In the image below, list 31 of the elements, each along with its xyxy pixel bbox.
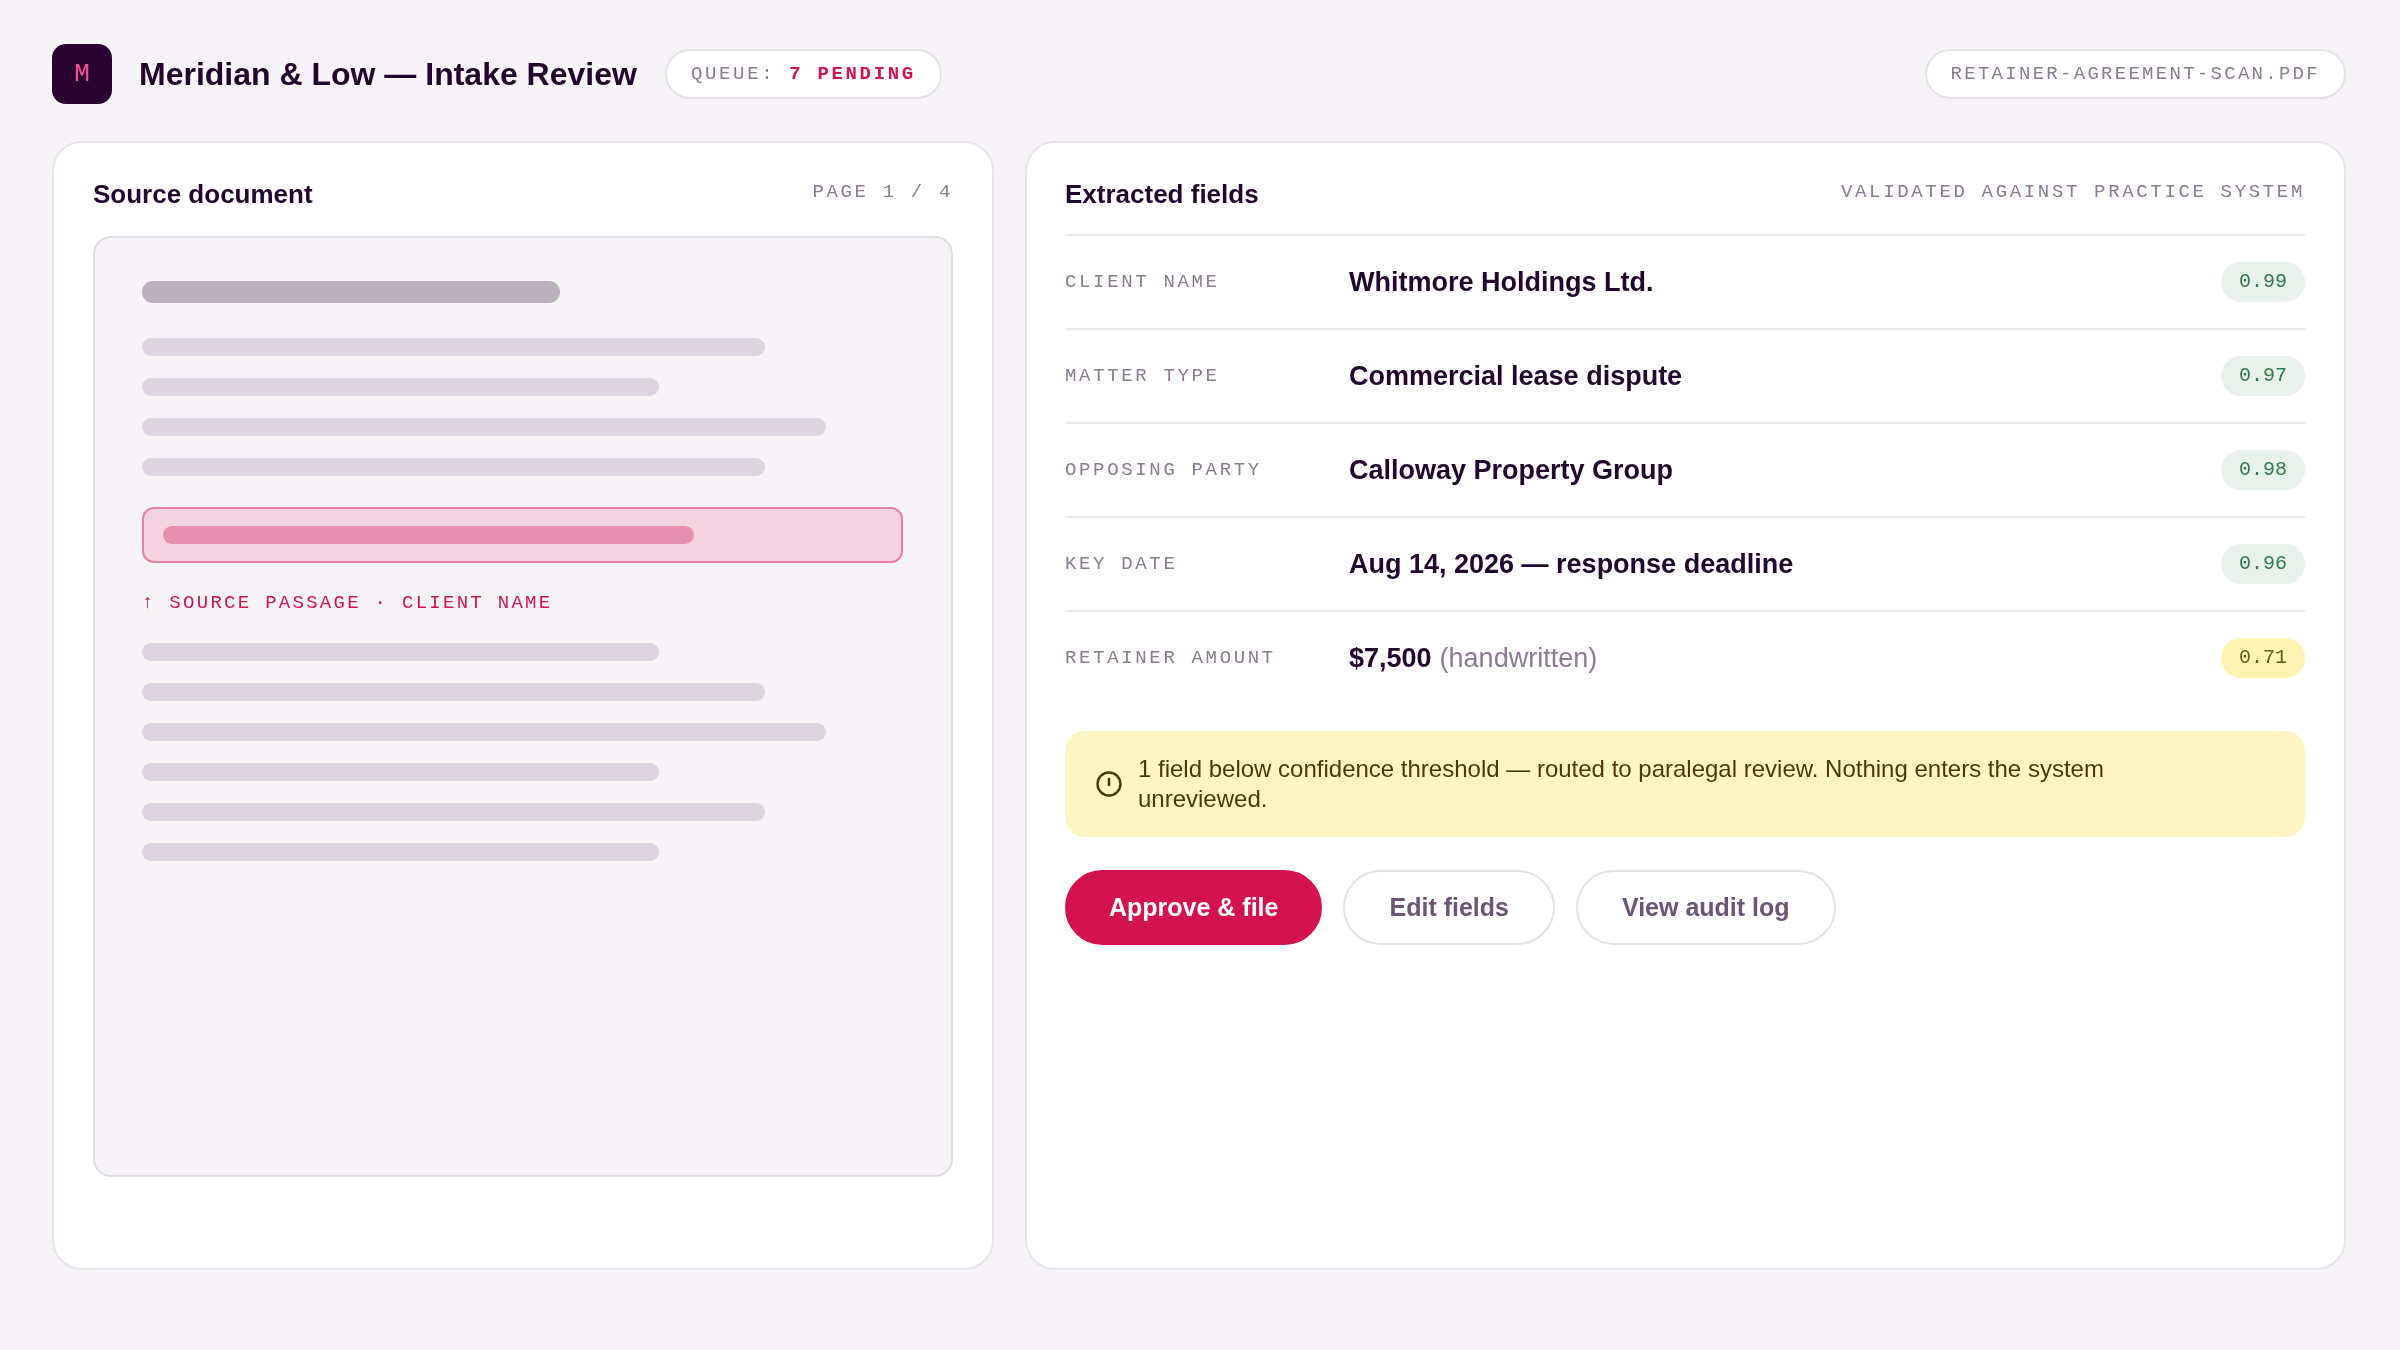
approve-button[interactable]: Approve & file xyxy=(1065,870,1323,945)
panel-title: Source document xyxy=(93,178,313,210)
field-value: Aug 14, 2026 — response deadline xyxy=(1349,547,1794,581)
field-label: RETAINER AMOUNT xyxy=(1065,645,1277,671)
confidence-score: 0.71 xyxy=(2221,638,2305,678)
queue-label: QUEUE: xyxy=(690,61,776,87)
warning-message: 1 field below confidence threshold — routed to paralegal review. Nothing enters the system unreviewed. xyxy=(1138,754,2105,814)
field-label: OPPOSING PARTY xyxy=(1065,457,1263,483)
field-value: Whitmore Holdings Ltd. xyxy=(1349,265,1654,299)
field-value: Calloway Property Group xyxy=(1349,453,1674,487)
field-value: Commercial lease dispute xyxy=(1349,359,1683,393)
page-indicator: PAGE 1 / 4 xyxy=(812,180,953,205)
panel-title: Extracted fields xyxy=(1065,178,1259,210)
confidence-score: 0.98 xyxy=(2221,450,2305,490)
confidence-score: 0.97 xyxy=(2221,356,2305,396)
field-note: (handwritten) xyxy=(1439,641,1598,675)
source-passage-label: ↑ SOURCE PASSAGE · CLIENT NAME xyxy=(142,591,554,615)
page-title: Meridian & Low — Intake Review xyxy=(139,55,637,94)
confidence-score: 0.96 xyxy=(2221,544,2305,584)
action-button[interactable]: Edit fields xyxy=(1343,870,1555,945)
file-name-tag: RETAINER-AGREEMENT-SCAN.PDF xyxy=(1924,49,2346,99)
field-label: KEY DATE xyxy=(1065,551,1179,577)
confidence-score: 0.99 xyxy=(2221,262,2305,302)
validation-status: VALIDATED AGAINST PRACTICE SYSTEM xyxy=(1840,180,2305,205)
action-button[interactable]: View audit log xyxy=(1575,870,1836,945)
alert-circle-icon xyxy=(1095,770,1123,798)
field-label: MATTER TYPE xyxy=(1065,363,1221,389)
queue-count: 7 PENDING xyxy=(789,61,916,87)
field-value: $7,500 xyxy=(1349,641,1432,675)
app-logo: M xyxy=(52,44,112,104)
field-label: CLIENT NAME xyxy=(1065,269,1221,295)
